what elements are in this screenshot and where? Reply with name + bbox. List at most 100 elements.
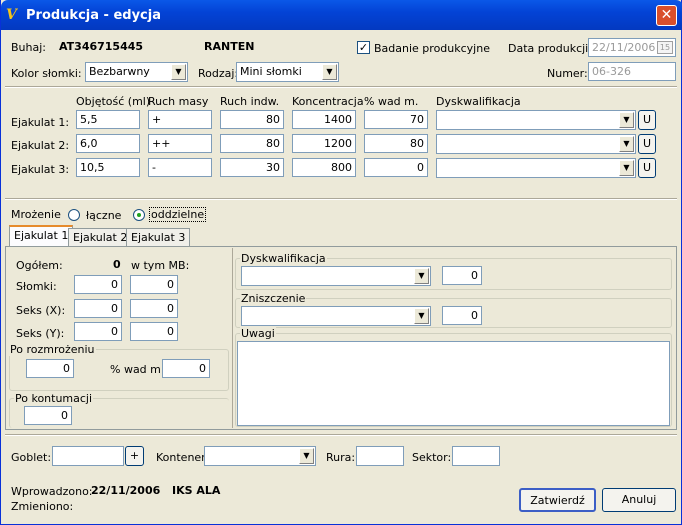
chevron-down-icon[interactable]: ▼ xyxy=(619,136,634,152)
chevron-down-icon[interactable]: ▼ xyxy=(171,64,186,80)
chevron-down-icon[interactable]: ▼ xyxy=(414,308,429,324)
slomki-mb-input[interactable]: 0 xyxy=(130,275,178,294)
dyskwalifikacja-main-select[interactable]: ▼ xyxy=(241,266,431,286)
goblet-label: Goblet: xyxy=(11,451,52,464)
badanie-label: Badanie produkcyjne xyxy=(374,42,490,55)
rura-label: Rura: xyxy=(326,451,356,464)
kontener-select[interactable]: ▼ xyxy=(204,446,316,466)
numer-field[interactable]: 06-326 xyxy=(588,62,676,81)
dyskwalifikacja-count[interactable]: 0 xyxy=(442,266,482,285)
ogolem-label: Ogółem: xyxy=(16,259,63,272)
u-button[interactable]: U xyxy=(638,134,656,154)
zniszczenie-label: Zniszczenie xyxy=(240,292,307,305)
wad-input[interactable]: 70 xyxy=(364,110,428,129)
window-title: Produkcja - edycja xyxy=(26,8,161,23)
dyskwalifikacja-select[interactable]: ▼ xyxy=(436,158,636,178)
wad-input[interactable]: 80 xyxy=(364,134,428,153)
zniszczenie-count[interactable]: 0 xyxy=(442,306,482,325)
tab-ejakulat-1[interactable]: Ejakulat 1 xyxy=(9,225,74,247)
rodzaj-value: Mini słomki xyxy=(240,65,302,78)
dyskwalifikacja-select[interactable]: ▼ xyxy=(436,110,636,130)
kolor-select[interactable]: Bezbarwny ▼ xyxy=(85,62,188,82)
sektor-label: Sektor: xyxy=(412,451,452,464)
zniszczenie-select[interactable]: ▼ xyxy=(241,306,431,326)
calendar-icon[interactable]: 15 xyxy=(657,41,673,54)
po-rozmrozeniu-input[interactable]: 0 xyxy=(26,359,74,378)
zatwierdz-button[interactable]: Zatwierdź xyxy=(519,488,596,512)
chevron-down-icon[interactable]: ▼ xyxy=(619,112,634,128)
buhaj-label: Buhaj: xyxy=(11,41,46,54)
slomki-input[interactable]: 0 xyxy=(74,275,122,294)
row-label: Ejakulat 2: xyxy=(11,139,70,152)
ruch-masy-input[interactable]: + xyxy=(148,110,212,129)
data-produkcji-label: Data produkcji: xyxy=(508,42,592,55)
tab-ejakulat-3[interactable]: Ejakulat 3 xyxy=(126,228,191,247)
chevron-down-icon[interactable]: ▼ xyxy=(299,448,314,464)
numer-label: Numer: xyxy=(547,67,588,80)
slomki-label: Słomki: xyxy=(16,280,57,293)
ruch-masy-input[interactable]: - xyxy=(148,158,212,177)
col-dyskwalifikacja: Dyskwalifikacja xyxy=(436,95,521,108)
data-produkcji-field[interactable]: 22/11/2006 15 xyxy=(588,38,676,57)
seksx-label: Seks (X): xyxy=(16,304,66,317)
po-rozmrozeniu-label: Po rozmrożeniu xyxy=(9,343,96,356)
anuluj-button[interactable]: Anuluj xyxy=(602,488,676,512)
objetosc-input[interactable]: 6,0 xyxy=(76,134,140,153)
wad-rozmroz-input[interactable]: 0 xyxy=(162,359,210,378)
koncentracja-input[interactable]: 800 xyxy=(292,158,356,177)
chevron-down-icon[interactable]: ▼ xyxy=(414,268,429,284)
ruch-indw-input[interactable]: 80 xyxy=(220,110,284,129)
kolor-label: Kolor słomki: xyxy=(11,67,82,80)
ruch-indw-input[interactable]: 30 xyxy=(220,158,284,177)
oddzielne-radio[interactable] xyxy=(133,209,145,221)
separator xyxy=(5,198,677,200)
u-button[interactable]: U xyxy=(638,158,656,178)
close-button[interactable]: ✕ xyxy=(656,5,677,26)
wad-input[interactable]: 0 xyxy=(364,158,428,177)
row-label: Ejakulat 3: xyxy=(11,163,70,176)
laczne-radio[interactable] xyxy=(68,209,80,221)
chevron-down-icon[interactable]: ▼ xyxy=(619,160,634,176)
seksx-input[interactable]: 0 xyxy=(74,299,122,318)
uwagi-textarea[interactable] xyxy=(237,341,670,426)
seksy-label: Seks (Y): xyxy=(16,327,65,340)
goblet-add-button[interactable]: + xyxy=(125,446,144,466)
col-objetosc: Objętość (ml) xyxy=(76,95,151,108)
chevron-down-icon[interactable]: ▼ xyxy=(322,64,337,80)
badanie-checkbox[interactable]: ✓ xyxy=(357,41,370,54)
zmieniono-label: Zmieniono: xyxy=(11,500,74,513)
title-bar[interactable]: V Produkcja - edycja ✕ xyxy=(1,0,682,30)
kolor-value: Bezbarwny xyxy=(89,65,150,78)
objetosc-input[interactable]: 10,5 xyxy=(76,158,140,177)
goblet-input[interactable] xyxy=(52,446,124,466)
wad-label: % wad m. xyxy=(110,363,165,376)
rura-input[interactable] xyxy=(356,446,404,466)
wprowadzono-user: IKS ALA xyxy=(172,484,221,497)
seksy-input[interactable]: 0 xyxy=(74,322,122,341)
wprowadzono-label: Wprowadzono: xyxy=(11,485,93,498)
seksx-mb-input[interactable]: 0 xyxy=(130,299,178,318)
ruch-masy-input[interactable]: ++ xyxy=(148,134,212,153)
dyskwalifikacja-select[interactable]: ▼ xyxy=(436,134,636,154)
objetosc-input[interactable]: 5,5 xyxy=(76,110,140,129)
rodzaj-label: Rodzaj: xyxy=(198,67,239,80)
ogolem-value: 0 xyxy=(113,258,121,271)
separator xyxy=(5,434,677,436)
u-button[interactable]: U xyxy=(638,110,656,130)
oddzielne-label: oddzielne xyxy=(149,207,207,222)
dialog-window: V Produkcja - edycja ✕ Buhaj: AT34671544… xyxy=(0,0,682,525)
laczne-label: łączne xyxy=(86,209,122,222)
rodzaj-select[interactable]: Mini słomki ▼ xyxy=(236,62,339,82)
tab-ejakulat-2[interactable]: Ejakulat 2 xyxy=(68,228,133,247)
sektor-input[interactable] xyxy=(452,446,500,466)
data-produkcji-value: 22/11/2006 xyxy=(592,41,656,54)
seksy-mb-input[interactable]: 0 xyxy=(130,322,178,341)
koncentracja-input[interactable]: 1400 xyxy=(292,110,356,129)
ruch-indw-input[interactable]: 80 xyxy=(220,134,284,153)
koncentracja-input[interactable]: 1200 xyxy=(292,134,356,153)
col-ruch-indw: Ruch indw. xyxy=(220,95,280,108)
row-label: Ejakulat 1: xyxy=(11,116,70,129)
po-kontumacji-input[interactable]: 0 xyxy=(24,406,72,425)
wprowadzono-date: 22/11/2006 xyxy=(91,484,161,497)
po-kontumacji-label: Po kontumacji xyxy=(14,392,94,405)
